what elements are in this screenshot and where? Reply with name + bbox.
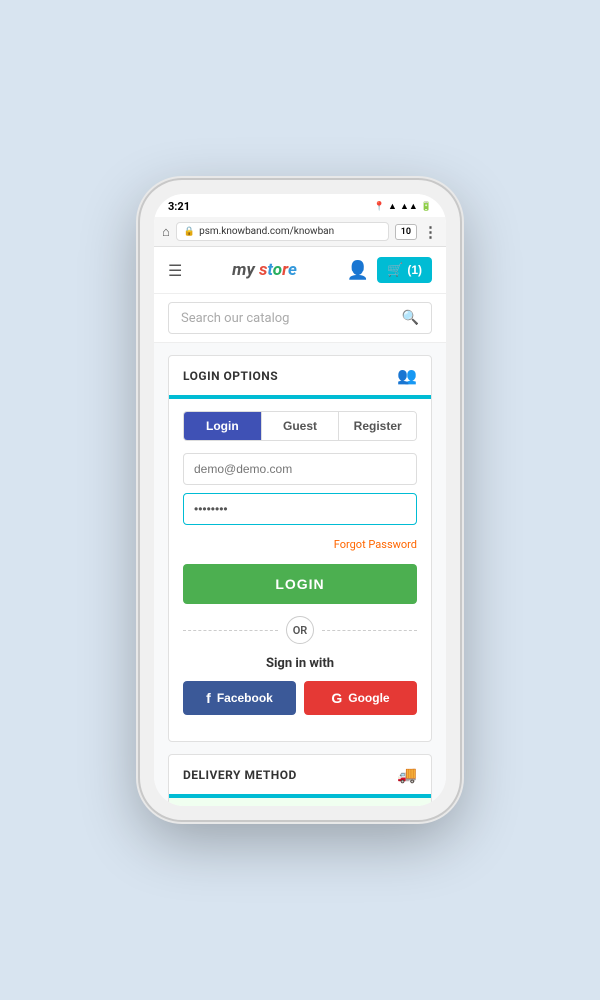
logo: my store — [232, 260, 297, 280]
app-content: ☰ my store 👤 🛒 (1) Search our catalog 🔍 — [154, 247, 446, 806]
google-button[interactable]: G Google — [304, 681, 417, 715]
search-icon: 🔍 — [402, 310, 419, 326]
signal-icon: ▲▲ — [400, 201, 418, 212]
delivery-method-title: DELIVERY METHOD — [183, 768, 297, 782]
status-time: 3:21 — [168, 200, 190, 213]
or-line-right — [322, 630, 417, 631]
tab-login[interactable]: Login — [184, 412, 262, 440]
tab-guest[interactable]: Guest — [262, 412, 340, 440]
wifi-icon: ▲ — [388, 201, 397, 212]
cart-icon: 🛒 — [387, 262, 403, 278]
status-bar: 3:21 📍 ▲ ▲▲ 🔋 — [154, 194, 446, 217]
battery-icon: 🔋 — [421, 202, 432, 212]
sign-in-title: Sign in with — [183, 656, 417, 671]
login-card: LOGIN OPTIONS 👥 Login Guest Register — [168, 355, 432, 742]
google-label: Google — [348, 691, 389, 705]
delivery-option-fashion-store[interactable]: Fashion Store Free Pick up in-store — [169, 798, 431, 806]
logo-e: e — [288, 260, 297, 280]
password-input[interactable] — [183, 493, 417, 525]
login-options-title: LOGIN OPTIONS — [183, 369, 278, 383]
or-line-left — [183, 630, 278, 631]
browser-menu-icon[interactable]: ⋮ — [423, 223, 438, 241]
url-text: psm.knowband.com/knowban — [199, 226, 334, 237]
header-right: 👤 🛒 (1) — [347, 257, 432, 283]
url-bar[interactable]: 🔒 psm.knowband.com/knowban — [176, 222, 389, 241]
or-divider: OR — [183, 616, 417, 644]
facebook-label: Facebook — [217, 691, 273, 705]
app-header: ☰ my store 👤 🛒 (1) — [154, 247, 446, 294]
delivery-card: DELIVERY METHOD 🚚 Fashion Store Free — [168, 754, 432, 806]
facebook-button[interactable]: f Facebook — [183, 681, 296, 715]
login-card-body: Login Guest Register Forgot Password — [169, 399, 431, 741]
logo-my: my — [232, 260, 259, 280]
home-icon[interactable]: ⌂ — [162, 224, 170, 240]
login-card-header: LOGIN OPTIONS 👥 — [169, 356, 431, 399]
facebook-icon: f — [206, 690, 211, 706]
tab-register[interactable]: Register — [339, 412, 416, 440]
tab-count-button[interactable]: 10 — [395, 224, 417, 240]
search-bar[interactable]: Search our catalog 🔍 — [168, 302, 432, 334]
social-buttons: f Facebook G Google — [183, 681, 417, 715]
or-label: OR — [286, 616, 314, 644]
delivery-icon: 🚚 — [397, 765, 417, 784]
delivery-card-header: DELIVERY METHOD 🚚 — [169, 755, 431, 798]
login-tabs: Login Guest Register — [183, 411, 417, 441]
forgot-password-container: Forgot Password — [183, 533, 417, 552]
phone-frame: 3:21 📍 ▲ ▲▲ 🔋 ⌂ 🔒 psm.knowband.com/knowb… — [140, 180, 460, 820]
status-icons: 📍 ▲ ▲▲ 🔋 — [374, 201, 432, 212]
browser-bar: ⌂ 🔒 psm.knowband.com/knowban 10 ⋮ — [154, 217, 446, 247]
main-content: LOGIN OPTIONS 👥 Login Guest Register — [154, 343, 446, 806]
email-input[interactable] — [183, 453, 417, 485]
search-bar-container: Search our catalog 🔍 — [154, 294, 446, 343]
cart-label: (1) — [407, 263, 422, 277]
forgot-password-link[interactable]: Forgot Password — [334, 538, 417, 551]
search-placeholder: Search our catalog — [181, 311, 289, 326]
login-header-icon: 👥 — [397, 366, 417, 385]
phone-screen: 3:21 📍 ▲ ▲▲ 🔋 ⌂ 🔒 psm.knowband.com/knowb… — [154, 194, 446, 806]
logo-o: o — [273, 260, 282, 280]
login-button[interactable]: LOGIN — [183, 564, 417, 604]
location-icon: 📍 — [374, 202, 385, 212]
google-icon: G — [331, 690, 342, 706]
user-icon[interactable]: 👤 — [347, 260, 369, 281]
lock-icon: 🔒 — [184, 227, 195, 237]
hamburger-icon[interactable]: ☰ — [168, 261, 182, 280]
cart-button[interactable]: 🛒 (1) — [377, 257, 432, 283]
